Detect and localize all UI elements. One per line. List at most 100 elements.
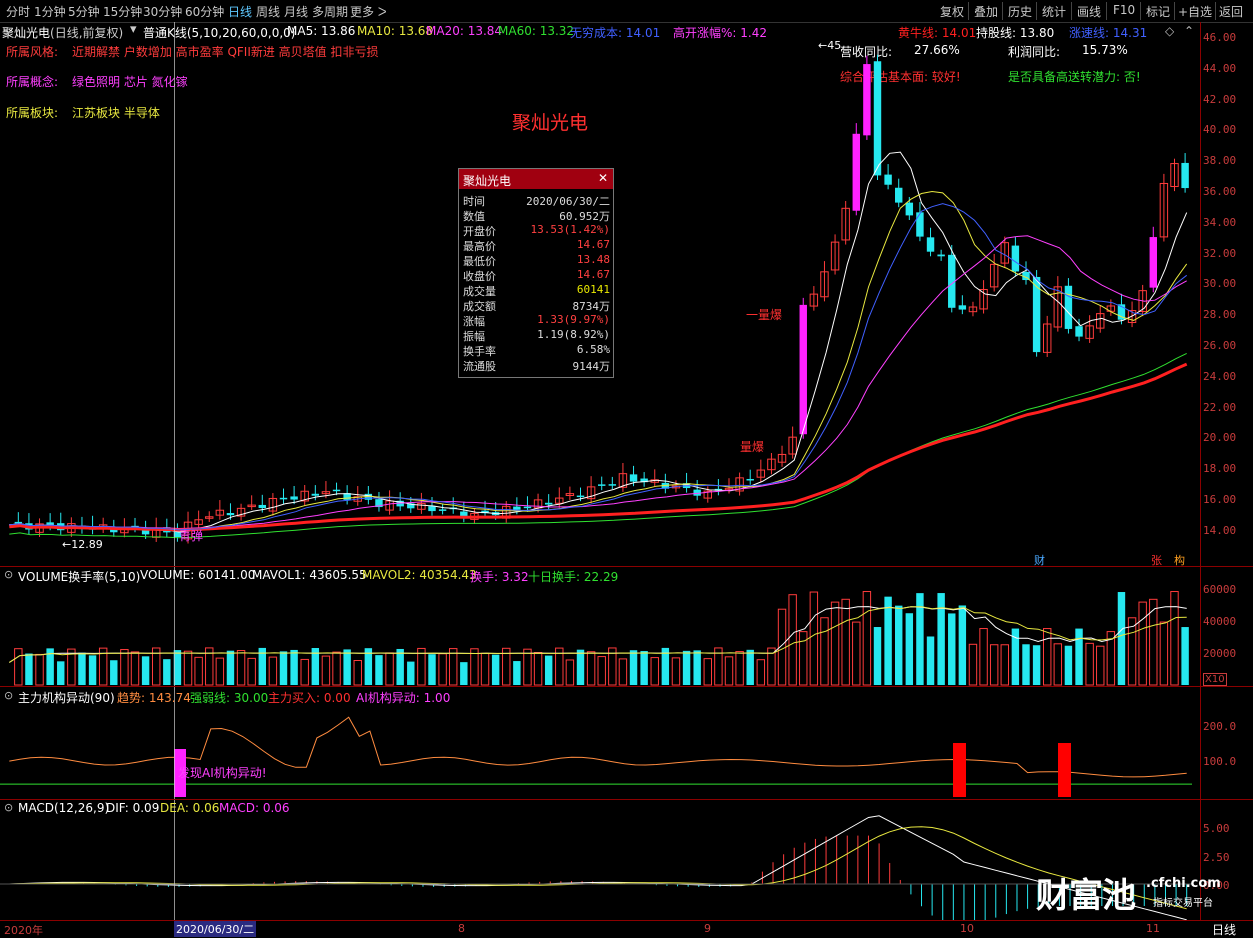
volume-bar <box>586 651 596 686</box>
row-value: 6.58% <box>576 343 610 356</box>
data-window-header[interactable]: 聚灿光电 ✕ <box>459 169 613 189</box>
price-axis-line <box>1200 22 1201 922</box>
price-axis-tick: 32.00 <box>1203 246 1237 260</box>
low-price-marker: ←12.89 <box>62 538 103 551</box>
tab-60min[interactable]: 60分钟 <box>185 3 224 20</box>
trend-value: 趋势: 143.74 <box>117 691 191 705</box>
candle-body <box>873 61 882 176</box>
volume-bar <box>629 650 638 685</box>
data-window-row: 最高价 14.67 <box>459 238 613 253</box>
volume-bar <box>226 650 235 685</box>
volume-bar <box>576 649 585 685</box>
volume-bar <box>247 657 256 686</box>
pane-divider <box>0 566 1253 567</box>
price-axis-tick: 40.00 <box>1203 123 1237 137</box>
candle-body <box>884 174 892 185</box>
row-key: 最高价 <box>463 240 496 253</box>
f10-button[interactable]: F10 <box>1113 3 1135 17</box>
tab-multi-period[interactable]: 多周期 <box>312 3 348 20</box>
candle-body <box>916 212 924 237</box>
date-label: 11 <box>1146 922 1160 935</box>
tab-weekly[interactable]: 周线 <box>256 3 280 20</box>
close-icon[interactable]: ✕ <box>598 171 608 185</box>
pane-divider <box>0 686 1253 687</box>
settings-icon[interactable]: ⊙ <box>4 801 13 814</box>
tab-30min[interactable]: 30分钟 <box>143 3 182 20</box>
volume-bar <box>852 621 861 686</box>
volume-bar <box>438 653 447 686</box>
mavol1-line <box>9 606 1187 663</box>
row-value: 9144万 <box>572 360 611 373</box>
dea-line <box>9 826 1187 910</box>
candle-body <box>14 521 23 524</box>
volume-title[interactable]: VOLUME换手率(5,10) <box>18 568 140 585</box>
volume-bar <box>417 647 426 686</box>
restore-rights-button[interactable]: 复权 <box>940 3 964 20</box>
tab-5min[interactable]: 5分钟 <box>68 3 100 20</box>
row-value: 13.53(1.42%) <box>530 223 610 236</box>
date-label: 10 <box>960 922 974 935</box>
price-axis-tick: 18.00 <box>1203 462 1237 476</box>
volume-bar <box>1043 628 1052 686</box>
volume-bar <box>279 651 288 685</box>
settings-icon[interactable]: ⊙ <box>4 689 13 702</box>
volume-bar <box>332 651 341 686</box>
candle-body <box>1149 237 1157 288</box>
volume-bar <box>1159 621 1169 686</box>
tab-15min[interactable]: 15分钟 <box>103 3 142 20</box>
data-window-row: 时间 2020/06/30/二 <box>459 193 613 208</box>
volume-bar <box>926 636 935 685</box>
volume-bar <box>194 656 203 686</box>
price-axis-tick: 16.00 <box>1203 493 1237 506</box>
price-axis-tick: 36.00 <box>1203 185 1237 198</box>
institution-axis-tick: 100.0 <box>1203 755 1237 768</box>
mark-button[interactable]: 标记 <box>1146 3 1170 20</box>
volume-unit: X10 <box>1203 673 1227 686</box>
row-key: 收盘价 <box>463 270 496 283</box>
volume-bar <box>460 662 468 685</box>
draw-line-button[interactable]: 画线 <box>1077 3 1101 20</box>
candle-body <box>926 237 935 252</box>
date-label: 9 <box>704 922 711 935</box>
signal-label: 青弹 <box>179 529 204 543</box>
back-button[interactable]: 返回 <box>1219 3 1243 20</box>
candle-body <box>746 478 754 481</box>
macd-axis-tick: 5.00 <box>1203 822 1230 835</box>
data-window[interactable]: 聚灿光电 ✕ 时间 2020/06/30/二 数值 60.952万 开盘价 13.53(1… <box>458 168 614 378</box>
more-button[interactable]: 更多 ᐳ <box>350 3 387 20</box>
volume-axis-tick: 60000 <box>1203 583 1237 596</box>
tab-fenshi[interactable]: 分时 <box>6 3 30 20</box>
data-window-row: 振幅 1.19(8.92%) <box>459 328 613 343</box>
add-watchlist-button[interactable]: +自选 <box>1178 3 1212 20</box>
price-axis-tick: 20.00 <box>1203 431 1237 445</box>
institution-title[interactable]: 主力机构异动(90) <box>18 689 115 706</box>
macd-title[interactable]: MACD(12,26,9) <box>18 801 109 815</box>
volume-bar <box>948 613 956 685</box>
statistics-button[interactable]: 统计 <box>1042 3 1066 20</box>
strength-value: 强弱线: 30.00 <box>190 691 269 705</box>
kline-chart[interactable] <box>0 22 1200 920</box>
volume-bar <box>873 627 882 685</box>
volume-bar <box>1138 601 1147 686</box>
history-button[interactable]: 历史 <box>1008 3 1032 20</box>
volume-bar <box>1181 627 1189 685</box>
tab-monthly[interactable]: 月线 <box>284 3 308 20</box>
period-indicator[interactable]: 日线 <box>1212 921 1236 938</box>
settings-icon[interactable]: ⊙ <box>4 568 13 581</box>
volume-bar <box>895 605 903 685</box>
volume-bar <box>1170 591 1179 686</box>
macd-layer <box>0 815 1192 920</box>
volume-bar <box>25 653 33 685</box>
volume-burst-label: 一量爆 <box>746 308 783 322</box>
overlay-button[interactable]: 叠加 <box>974 3 998 20</box>
data-window-row: 最低价 13.48 <box>459 253 613 268</box>
volume-bar <box>597 656 606 686</box>
candle-body <box>629 474 638 482</box>
row-key: 振幅 <box>463 330 485 343</box>
candle-body <box>598 484 606 486</box>
volume-bar <box>491 654 500 685</box>
tab-daily[interactable]: 日线 <box>228 3 252 20</box>
volume-bar <box>183 650 193 686</box>
tab-1min[interactable]: 1分钟 <box>34 3 66 20</box>
volume-bar <box>300 658 309 686</box>
